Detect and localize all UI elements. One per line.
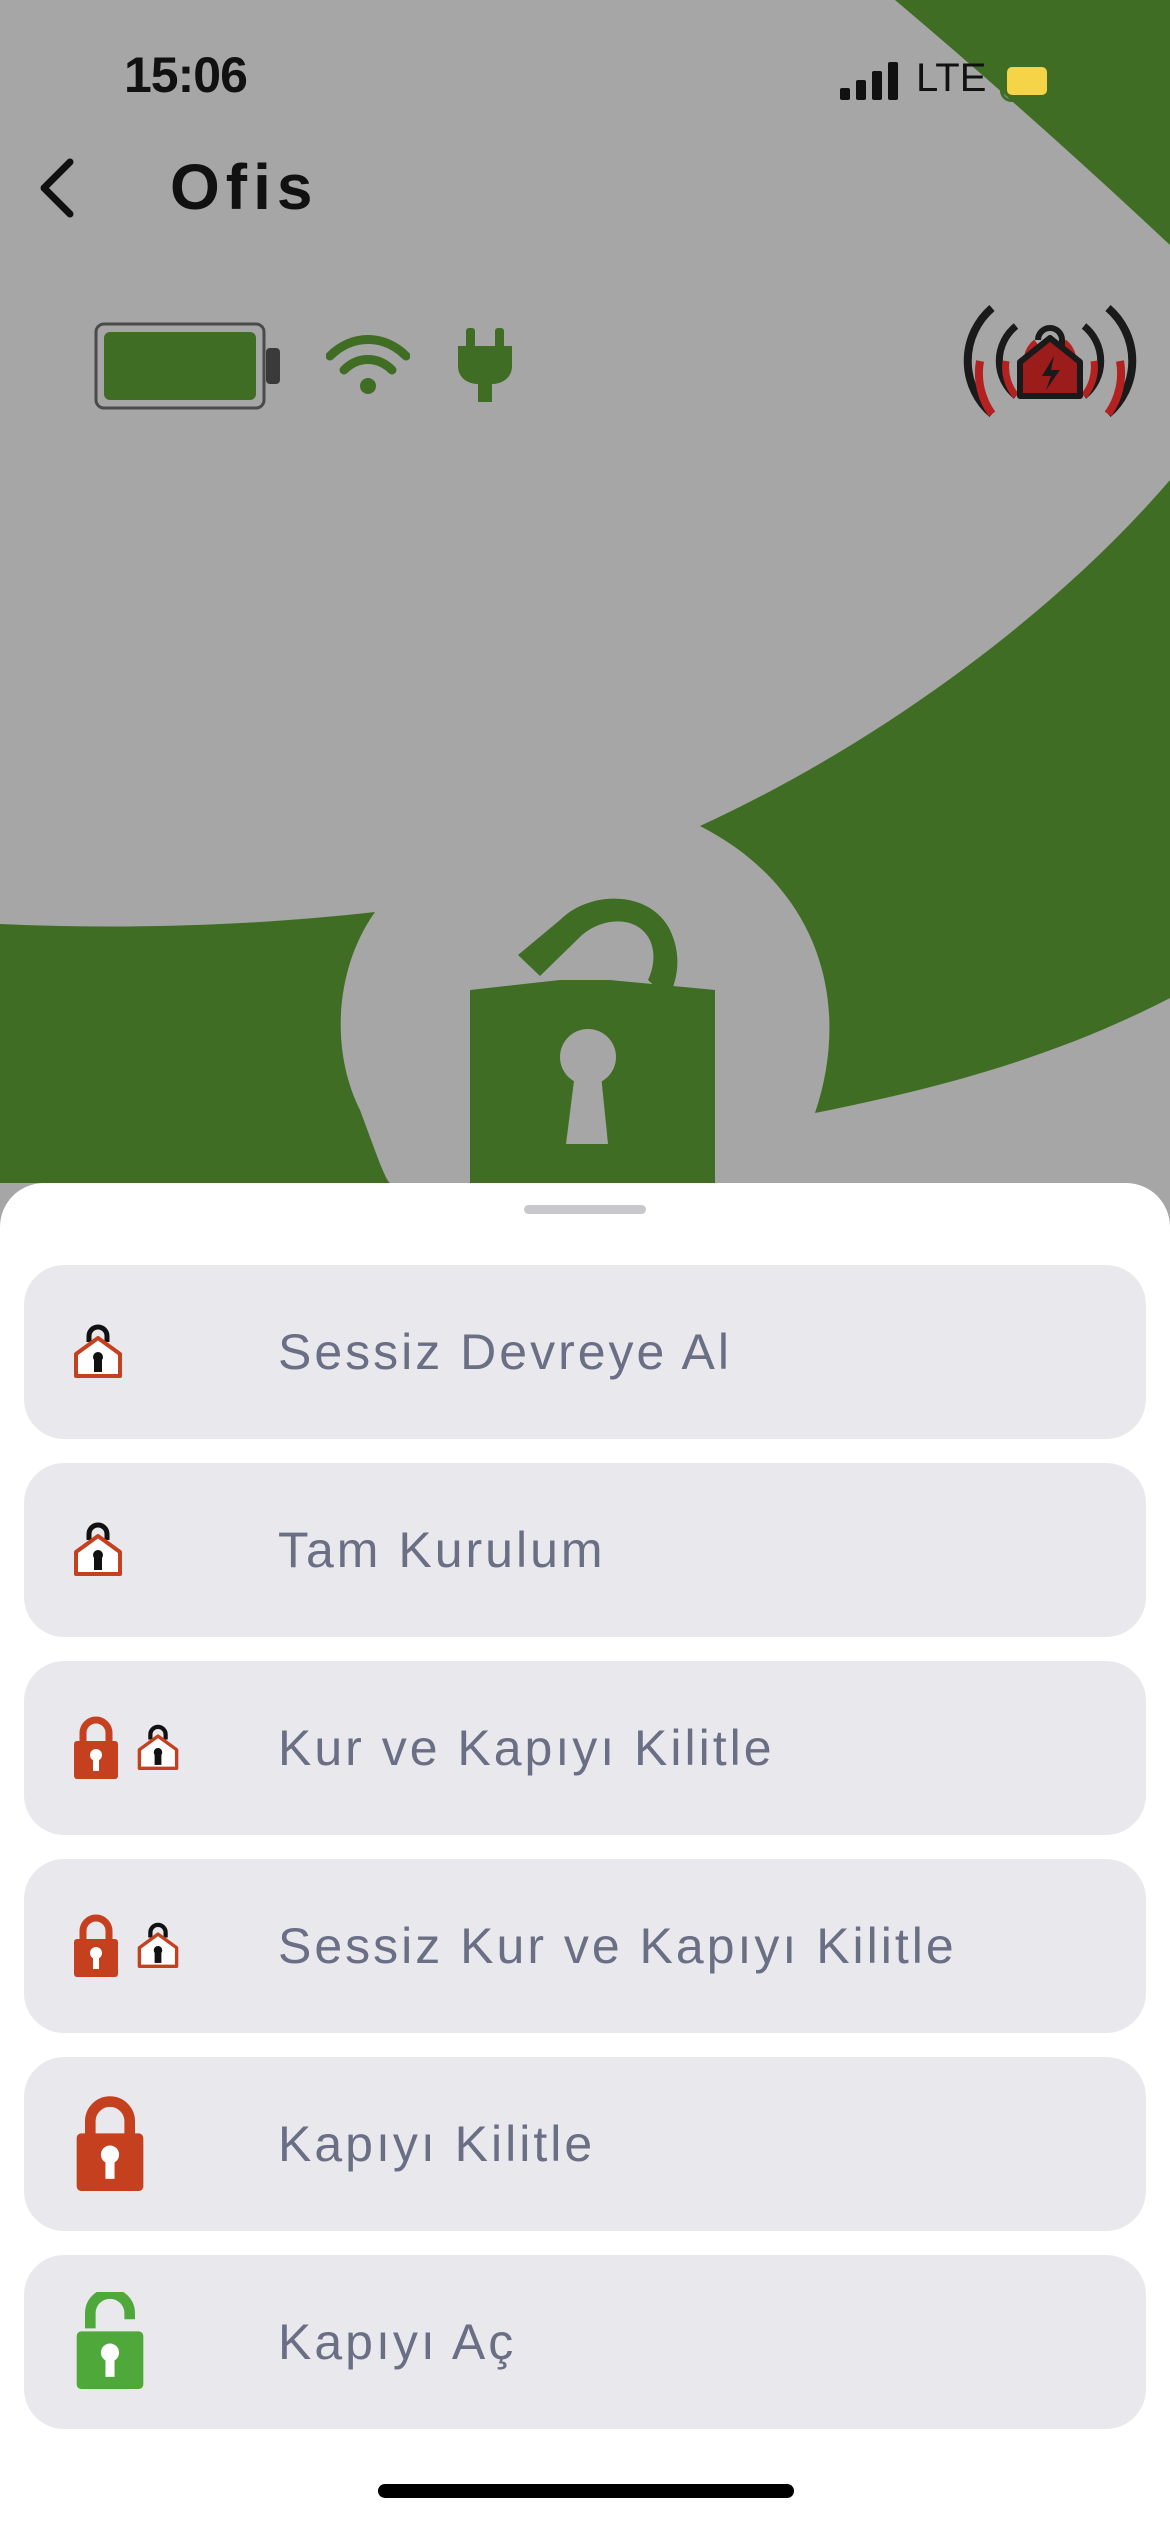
home-indicator[interactable] <box>378 2484 794 2498</box>
status-time: 15:06 <box>124 47 248 103</box>
home-lock-icon <box>74 1522 122 1576</box>
home-lock-icon <box>137 1724 179 1770</box>
action-label: Tam Kurulum <box>278 1522 606 1578</box>
device-battery-full-icon <box>94 322 280 410</box>
page-title: Ofis <box>170 151 319 223</box>
action-full-arm-button[interactable]: Tam Kurulum <box>24 1463 1146 1637</box>
wifi-icon <box>326 335 410 394</box>
action-silent-arm-and-lock-button[interactable]: Sessiz Kur ve Kapıyı Kilitle <box>24 1859 1146 2033</box>
action-icons <box>72 1661 180 1835</box>
action-icons <box>72 1463 124 1637</box>
chevron-left-icon[interactable] <box>28 148 88 228</box>
alarm-armed-home-icon[interactable] <box>950 296 1150 426</box>
action-label: Kur ve Kapıyı Kilitle <box>278 1720 775 1776</box>
action-label: Sessiz Kur ve Kapıyı Kilitle <box>278 1918 957 1974</box>
action-icons <box>72 2057 148 2231</box>
padlock-closed-icon <box>74 1914 118 1977</box>
network-type: LTE <box>916 56 987 100</box>
action-icons <box>72 1859 180 2033</box>
actions-sheet: Sessiz Devreye Al Tam Kurulum Kur ve Kap… <box>0 1183 1170 2532</box>
phone-battery-icon <box>1000 60 1081 102</box>
action-unlock-door-button[interactable]: Kapıyı Aç <box>24 2255 1146 2429</box>
padlock-closed-icon <box>76 2096 144 2191</box>
action-label: Sessiz Devreye Al <box>278 1324 732 1380</box>
padlock-open-icon <box>76 2292 144 2389</box>
status-bar-right: LTE <box>840 50 1100 110</box>
action-label: Kapıyı Kilitle <box>278 2116 596 2172</box>
home-lock-icon <box>74 1324 122 1378</box>
power-plug-icon <box>458 328 512 402</box>
action-arm-and-lock-button[interactable]: Kur ve Kapıyı Kilitle <box>24 1661 1146 1835</box>
action-silent-arm-button[interactable]: Sessiz Devreye Al <box>24 1265 1146 1439</box>
action-icons <box>72 2255 148 2429</box>
home-lock-icon <box>137 1922 179 1968</box>
action-lock-door-button[interactable]: Kapıyı Kilitle <box>24 2057 1146 2231</box>
action-icons <box>72 1265 124 1439</box>
cellular-signal-icon <box>840 62 898 100</box>
unlocked-padlock-icon[interactable] <box>450 860 730 1190</box>
sheet-grabber[interactable] <box>524 1205 646 1214</box>
action-list: Sessiz Devreye Al Tam Kurulum Kur ve Kap… <box>24 1265 1146 2453</box>
padlock-closed-icon <box>74 1716 118 1779</box>
action-label: Kapıyı Aç <box>278 2314 517 2370</box>
